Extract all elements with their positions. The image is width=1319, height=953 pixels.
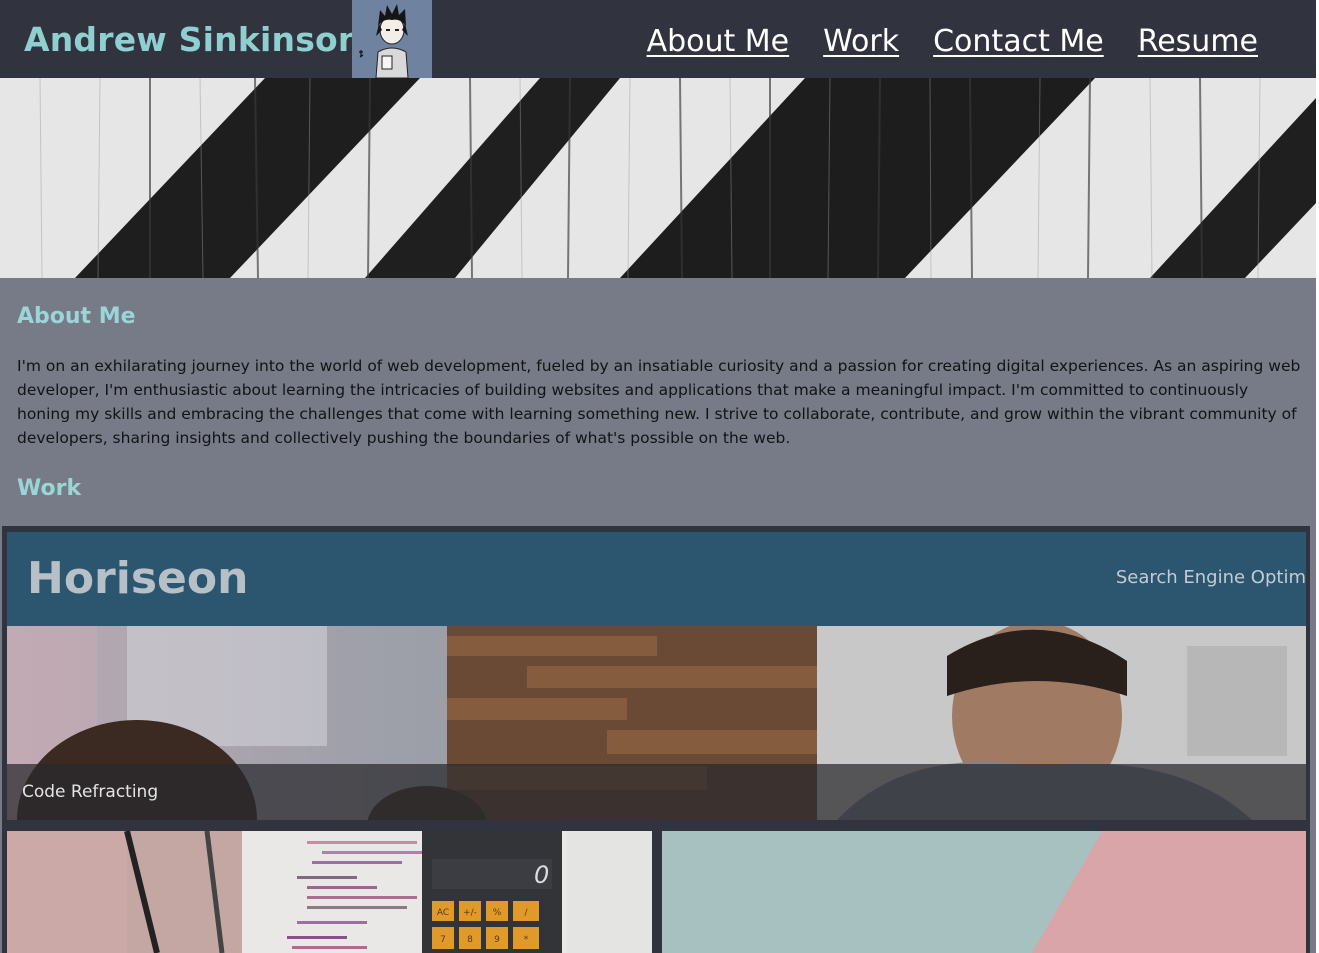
calculator-display: 0 [534, 861, 549, 889]
project-screenshot-nav: Search Engine Optim [1115, 567, 1306, 588]
about-heading: About Me [17, 304, 136, 329]
avatar-illustration [352, 0, 432, 78]
hero-banner [0, 78, 1316, 278]
calculator-key-9: 9 [494, 935, 500, 945]
work-grid: Horiseon Search Engine Optim Code Refrac… [2, 526, 1310, 953]
project-card-featured[interactable]: Horiseon Search Engine Optim Code Refrac… [7, 532, 1306, 820]
project-title: Code Refracting [22, 782, 159, 802]
hero-striped-wood-image [0, 78, 1316, 278]
portfolio-page: Andrew Sinkinson About Me Work Contact M… [0, 0, 1316, 953]
calculator-key-multiply: * [524, 935, 529, 945]
calculator-project-image: 0 AC +/- % / 7 8 9 * [7, 831, 652, 953]
project-screenshot-brand: Horiseon [27, 553, 249, 604]
nav-link-about-me[interactable]: About Me [647, 22, 790, 62]
avatar [352, 0, 432, 78]
site-name: Andrew Sinkinson [24, 20, 362, 59]
calculator-key-ac: AC [437, 908, 449, 918]
nav-link-resume[interactable]: Resume [1138, 22, 1258, 62]
calculator-key-8: 8 [467, 935, 473, 945]
calculator-key-7: 7 [440, 935, 446, 945]
site-header: Andrew Sinkinson About Me Work Contact M… [0, 0, 1316, 78]
nav-link-work[interactable]: Work [823, 22, 899, 62]
calculator-key-plus-minus: +/- [463, 908, 477, 918]
project-label-bar: Code Refracting [7, 764, 1306, 820]
work-heading: Work [17, 476, 82, 501]
project-screenshot-header: Horiseon Search Engine Optim [7, 532, 1306, 626]
nav-link-contact-me[interactable]: Contact Me [933, 22, 1104, 62]
project-card-calculator[interactable]: 0 AC +/- % / 7 8 9 * [7, 831, 652, 953]
project-card-pastel[interactable] [662, 831, 1306, 953]
pastel-project-image [662, 831, 1306, 953]
calculator-key-percent: % [493, 908, 502, 918]
about-paragraph: I'm on an exhilarating journey into the … [17, 357, 1301, 447]
main-nav: About Me Work Contact Me Resume [647, 22, 1258, 62]
